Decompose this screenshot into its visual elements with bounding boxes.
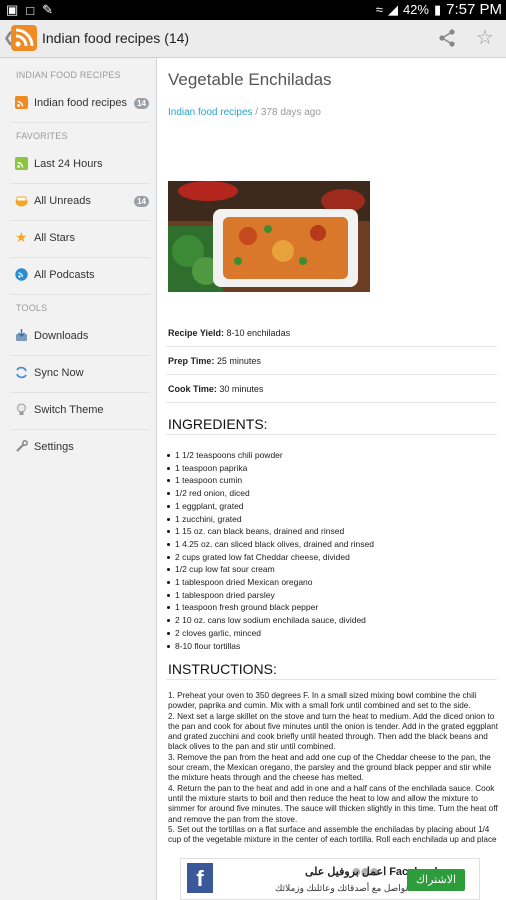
facebook-ad-banner[interactable]: f ●●● اعمل بروفيل على Facebook تواصل مع … [180, 858, 480, 900]
recipe-yield-label: Recipe Yield: [168, 328, 225, 338]
section-header-feed: INDIAN FOOD RECIPES [16, 70, 121, 80]
prep-time-label: Prep Time: [168, 356, 215, 366]
edit-icon: ✎ [42, 2, 54, 17]
sidebar-item-all-unreads[interactable]: All Unreads 14 [0, 184, 157, 220]
tools-icon [15, 440, 28, 453]
list-item: 1 15 oz. can black beans, drained and ri… [166, 525, 497, 538]
sidebar-item-label: Sync Now [34, 367, 84, 379]
list-item: 1 1/2 teaspoons chili powder [166, 449, 497, 462]
unread-count-badge: 14 [134, 98, 149, 109]
divider [10, 294, 150, 295]
ad-signup-button[interactable]: الاشتراك [407, 869, 465, 891]
cook-time-label: Cook Time: [168, 384, 217, 394]
sidebar-item-label: Indian food recipes [34, 97, 127, 109]
instructions-heading: INSTRUCTIONS: [166, 659, 497, 680]
star-outline-icon[interactable]: ☆ [476, 25, 494, 50]
battery-icon: ▮ [433, 1, 442, 17]
sidebar-item-label: All Podcasts [34, 269, 95, 281]
article-view[interactable]: Vegetable Enchiladas Indian food recipes… [158, 58, 506, 900]
list-item: 1/2 cup low fat sour cream [166, 563, 497, 576]
navigation-drawer: INDIAN FOOD RECIPES Indian food recipes … [0, 58, 157, 900]
sidebar-item-all-podcasts[interactable]: All Podcasts [0, 258, 157, 294]
list-item: 1 4.25 oz. can sliced black olives, drai… [166, 538, 497, 551]
article-age: / 378 days ago [252, 107, 321, 118]
instruction-step: 1. Preheat your oven to 350 degrees F. I… [168, 691, 477, 711]
article-title: Vegetable Enchiladas [168, 70, 332, 89]
unread-count-badge: 14 [134, 196, 149, 207]
list-item: 2 cups grated low fat Cheddar cheese, di… [166, 551, 497, 564]
prep-time-value: 25 minutes [214, 356, 261, 366]
list-item: 1 tablespoon dried Mexican oregano [166, 576, 497, 589]
prep-time-row: Prep Time: 25 minutes [166, 348, 497, 375]
section-header-tools: TOOLS [16, 303, 48, 313]
rss-green-icon [15, 157, 28, 170]
instruction-step: 2. Next set a large skillet on the stove… [168, 711, 499, 752]
sidebar-item-sync-now[interactable]: Sync Now [0, 356, 157, 392]
section-header-favorites: FAVORITES [16, 131, 68, 141]
article-meta: Indian food recipes / 378 days ago [168, 107, 321, 118]
ingredients-list: 1 1/2 teaspoons chili powder 1 teaspoon … [166, 449, 497, 652]
clock: 7:57 PM [446, 1, 502, 18]
star-icon: ★ [15, 229, 28, 245]
recipe-yield-value: 8-10 enchiladas [224, 328, 291, 338]
recipe-photo [168, 181, 370, 292]
sidebar-item-label: All Stars [34, 232, 75, 244]
battery-percent: 42% [402, 2, 429, 17]
download-icon [15, 329, 28, 342]
feed-link[interactable]: Indian food recipes [168, 107, 253, 118]
signal-icon: ◢ [387, 1, 398, 17]
sidebar-item-label: Settings [34, 441, 74, 453]
sidebar-item-label: Last 24 Hours [34, 158, 103, 170]
list-item: 8-10 flour tortillas [166, 640, 497, 653]
instructions-text: 1. Preheat your oven to 350 degrees F. I… [168, 691, 498, 845]
sidebar-item-downloads[interactable]: Downloads [0, 319, 157, 355]
sidebar-item-label: Switch Theme [34, 404, 104, 416]
list-item: 1 teaspoon fresh ground black pepper [166, 601, 497, 614]
podcast-icon [15, 268, 28, 281]
unread-icon [15, 194, 28, 207]
ad-subline: تواصل مع أصدقائك وعائلتك وزملائك [275, 883, 408, 893]
cook-time-value: 30 minutes [216, 384, 264, 394]
feed-title: Indian food recipes (14) [42, 30, 190, 46]
instruction-step: 4. Return the pan to the heat and add in… [168, 783, 498, 824]
sidebar-item-settings[interactable]: Settings [0, 430, 157, 466]
sidebar-item-label: Downloads [34, 330, 89, 342]
list-item: 1 zucchini, grated [166, 513, 497, 526]
list-item: 1 tablespoon dried parsley [166, 589, 497, 602]
instruction-step: 5. Set out the tortillas on a flat surfa… [168, 824, 497, 845]
list-item: 1 eggplant, grated [166, 500, 497, 513]
ingredients-heading: INGREDIENTS: [166, 414, 497, 435]
bulb-icon [15, 403, 28, 416]
recipe-yield-row: Recipe Yield: 8-10 enchiladas [166, 320, 497, 347]
facebook-logo-icon: f [187, 863, 213, 893]
sidebar-item-all-stars[interactable]: ★ All Stars [0, 221, 157, 257]
cook-time-row: Cook Time: 30 minutes [166, 376, 497, 403]
share-icon[interactable] [437, 28, 457, 53]
list-item: 2 cloves garlic, minced [166, 627, 497, 640]
list-item: 2 10 oz. cans low sodium enchilada sauce… [166, 614, 497, 627]
notification-icon: □ [26, 2, 35, 18]
instruction-step: 3. Remove the pan from the heat and add … [168, 752, 492, 783]
sidebar-item-indian-food-recipes[interactable]: Indian food recipes 14 [0, 86, 157, 122]
divider [10, 122, 150, 123]
rss-icon [15, 96, 28, 109]
status-bar: ▣ □ ✎ ≈ ◢ 42% ▮ 7:57 PM [0, 0, 506, 20]
action-bar: ❮ Indian food recipes (14) ☆ [0, 20, 506, 58]
app-logo-rss-icon[interactable] [11, 25, 37, 51]
sidebar-item-last-24-hours[interactable]: Last 24 Hours [0, 147, 157, 183]
list-item: 1 teaspoon paprika [166, 462, 497, 475]
sidebar-item-switch-theme[interactable]: Switch Theme [0, 393, 157, 429]
list-item: 1 teaspoon cumin [166, 474, 497, 487]
sidebar-item-label: All Unreads [34, 195, 91, 207]
sync-icon [15, 366, 28, 379]
wifi-icon: ≈ [375, 2, 383, 17]
gallery-icon: ▣ [6, 2, 19, 17]
list-item: 1/2 red onion, diced [166, 487, 497, 500]
